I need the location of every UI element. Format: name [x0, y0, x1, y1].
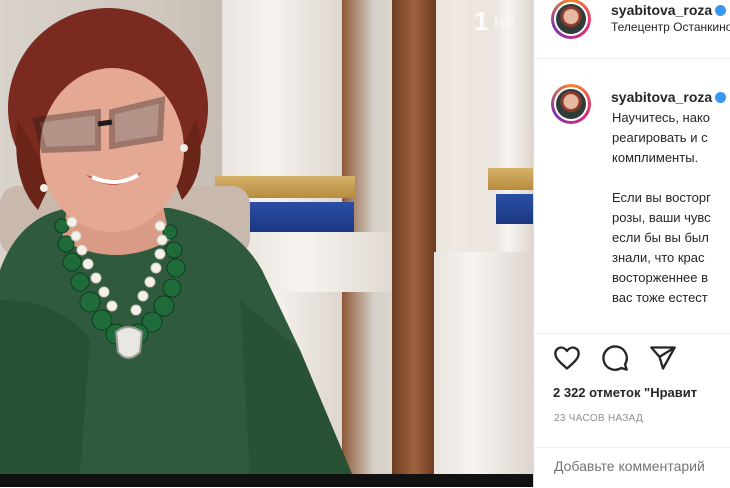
caption-line: знали, что крас	[612, 250, 705, 265]
header-username[interactable]: syabitova_roza	[611, 2, 727, 18]
post-header: syabitova_roza Телецентр Останкино	[534, 0, 730, 59]
caption-line: вас тоже естест	[612, 290, 708, 305]
caption-line	[612, 168, 730, 188]
channel-logo: 1	[474, 6, 489, 36]
presenter-figure	[0, 8, 352, 474]
avatar[interactable]	[551, 0, 591, 39]
caption-line: реагировать и с	[612, 130, 708, 145]
post-sidebar: syabitova_roza Телецентр Останкино syabi…	[533, 0, 730, 487]
caption-line: Если вы восторг	[612, 190, 711, 205]
comment-input[interactable]	[554, 458, 730, 474]
heart-icon[interactable]	[553, 344, 581, 372]
caption-line: комплименты.	[612, 150, 699, 165]
post-actions	[534, 333, 730, 382]
location-link[interactable]: Телецентр Останкино	[611, 20, 730, 34]
caption-line: если бы вы был	[612, 230, 709, 245]
verified-badge-icon	[715, 4, 727, 16]
paper-plane-icon[interactable]	[649, 344, 677, 372]
caption-line: восторженнее в	[612, 270, 709, 285]
comment-box	[534, 447, 730, 488]
caption-username-text[interactable]: syabitova_roza	[611, 89, 712, 105]
likes-count[interactable]: 2 322 отметок "Нравит	[553, 385, 697, 400]
username-text[interactable]: syabitova_roza	[611, 2, 712, 18]
caption-text: Научитесь, нако реагировать и с комплиме…	[612, 108, 730, 340]
post-timestamp[interactable]: 23 ЧАСОВ НАЗАД	[554, 413, 643, 424]
caption-username[interactable]: syabitova_roza	[611, 89, 727, 105]
verified-badge-icon	[715, 91, 727, 103]
caption-avatar[interactable]	[551, 84, 591, 124]
comment-bubble-icon[interactable]	[601, 344, 629, 372]
photo-bottom-strip	[0, 474, 533, 487]
caption-line: Научитесь, нако	[612, 110, 711, 125]
caption-line: розы, ваши чувс	[612, 210, 711, 225]
post-photo[interactable]: 1 HD	[0, 0, 533, 474]
hd-label: HD	[494, 14, 515, 30]
